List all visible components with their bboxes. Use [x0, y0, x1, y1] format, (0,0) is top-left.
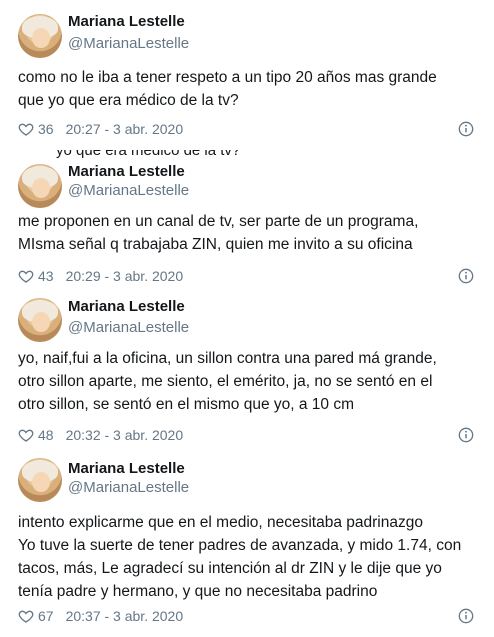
avatar[interactable]	[18, 14, 62, 58]
tweet-text-line: otro sillon aparte, me siento, el emérit…	[18, 373, 433, 390]
avatar[interactable]	[18, 164, 62, 208]
tweet-text-line: yo, naif,fui a la oficina, un sillon con…	[18, 350, 437, 367]
info-icon[interactable]	[458, 427, 474, 443]
heart-icon[interactable]	[18, 268, 34, 284]
info-icon[interactable]	[458, 268, 474, 284]
tweet-text-line: tenía padre y hermano, y que no necesita…	[18, 583, 378, 600]
tweet-text-line: MIsma señal q trabajaba ZIN, quien me in…	[18, 236, 413, 253]
avatar[interactable]	[18, 458, 62, 502]
author-name[interactable]: Mariana Lestelle	[68, 298, 185, 315]
author-name[interactable]: Mariana Lestelle	[68, 460, 185, 477]
author-handle[interactable]: @MarianaLestelle	[68, 182, 189, 199]
tweet-text: yo, naif,fui a la oficina, un sillon con…	[18, 347, 478, 416]
tweet-text-line: que yo que era médico de la tv?	[18, 92, 239, 109]
author-name[interactable]: Mariana Lestelle	[68, 163, 185, 180]
tweet-text-line: tacos, más, Le agradecí su intención al …	[18, 560, 442, 577]
tweet-1[interactable]: Mariana Lestelle @MarianaLestelle como n…	[0, 0, 494, 150]
tweet-timestamp[interactable]: 20:37 - 3 abr. 2020	[66, 608, 184, 624]
heart-icon[interactable]	[18, 427, 34, 443]
tweet-text: como no le iba a tener respeto a un tipo…	[18, 66, 478, 112]
tweet-meta: 48 20:32 - 3 abr. 2020	[18, 425, 183, 445]
tweet-text-line: Yo tuve la suerte de tener padres de ava…	[18, 537, 462, 554]
tweet-timestamp[interactable]: 20:29 - 3 abr. 2020	[66, 268, 184, 284]
author-handle[interactable]: @MarianaLestelle	[68, 35, 189, 52]
tweet-text-line: intento explicarme que en el medio, nece…	[18, 514, 423, 531]
like-count: 36	[38, 121, 54, 137]
author-name[interactable]: Mariana Lestelle	[68, 13, 185, 30]
info-icon[interactable]	[458, 608, 474, 624]
author-handle[interactable]: @MarianaLestelle	[68, 479, 189, 496]
tweet-3[interactable]: Mariana Lestelle @MarianaLestelle yo, na…	[0, 288, 494, 448]
tweet-meta: 43 20:29 - 3 abr. 2020	[18, 266, 183, 286]
like-count: 48	[38, 427, 54, 443]
tweet-text-line: como no le iba a tener respeto a un tipo…	[18, 69, 437, 86]
tweet-meta: 67 20:37 - 3 abr. 2020	[18, 606, 183, 626]
heart-icon[interactable]	[18, 121, 34, 137]
tweet-timestamp[interactable]: 20:27 - 3 abr. 2020	[66, 121, 184, 137]
like-count: 67	[38, 608, 54, 624]
like-count: 43	[38, 268, 54, 284]
tweet-timestamp[interactable]: 20:32 - 3 abr. 2020	[66, 427, 184, 443]
tweet-text: me proponen en un canal de tv, ser parte…	[18, 210, 478, 256]
tweet-2[interactable]: yo que era médico de la tv? Mariana Lest…	[0, 150, 494, 288]
avatar[interactable]	[18, 298, 62, 342]
author-handle[interactable]: @MarianaLestelle	[68, 319, 189, 336]
tweet-meta: 36 20:27 - 3 abr. 2020	[18, 119, 183, 139]
info-icon[interactable]	[458, 121, 474, 137]
heart-icon[interactable]	[18, 608, 34, 624]
tweet-text-line: otro sillon, se sentó en el mismo que yo…	[18, 396, 354, 413]
tweet-4[interactable]: Mariana Lestelle @MarianaLestelle intent…	[0, 448, 494, 637]
tweet-text: intento explicarme que en el medio, nece…	[18, 511, 478, 603]
overlapping-text-fragment: yo que era médico de la tv?	[56, 150, 241, 159]
tweet-text-line: me proponen en un canal de tv, ser parte…	[18, 213, 419, 230]
